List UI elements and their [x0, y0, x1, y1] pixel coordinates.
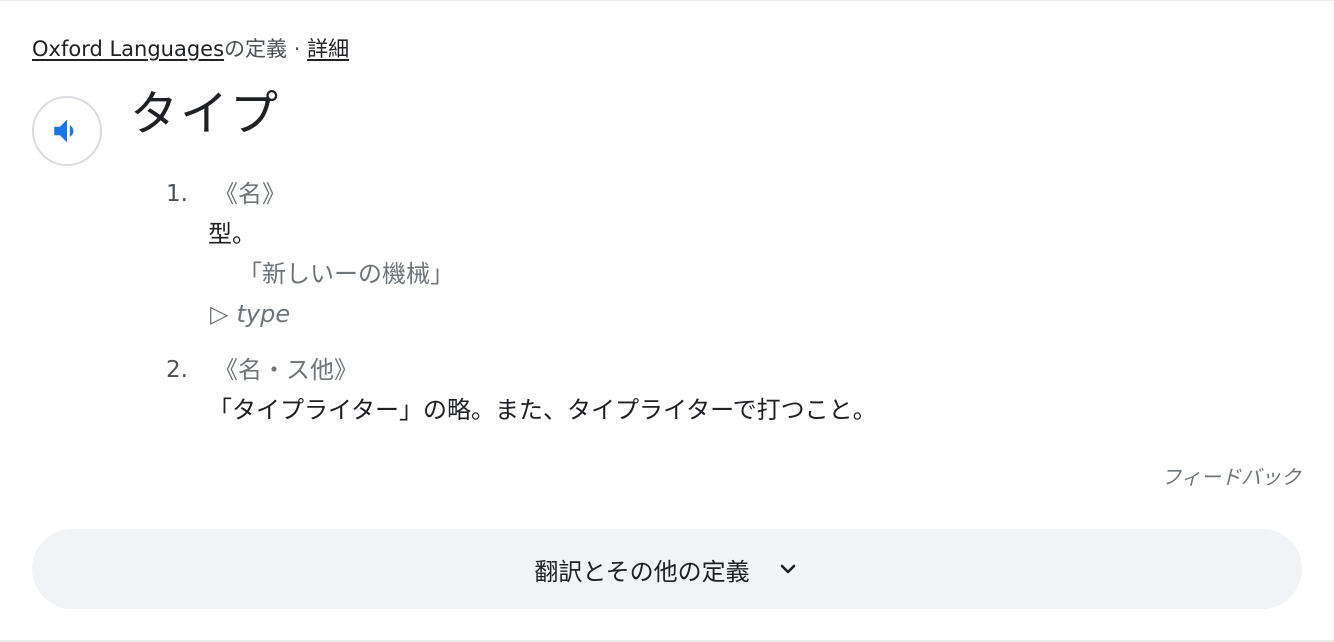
definition: 「タイプライター」の略。また、タイプライターで打つこと。	[208, 396, 877, 424]
translation: ▷ type	[210, 299, 290, 329]
chevron-down-icon	[776, 557, 800, 581]
translation-marker-icon: ▷	[210, 300, 229, 328]
translation-word: type	[236, 300, 291, 328]
feedback-link[interactable]: フィードバック	[1161, 462, 1301, 492]
card-top-border	[0, 0, 1334, 1]
example-sentence: 「新しいーの機械」	[238, 260, 454, 288]
sense-number: 1.	[166, 181, 188, 207]
sense-number: 2.	[166, 357, 188, 383]
definition: 型。	[208, 220, 256, 248]
speaker-icon	[54, 119, 74, 143]
part-of-speech: 《名》	[214, 180, 286, 208]
details-link[interactable]: 詳細	[307, 37, 349, 61]
headword: タイプ	[130, 86, 281, 142]
part-of-speech: 《名・ス他》	[214, 356, 358, 384]
source-suffix: の定義	[224, 37, 288, 61]
source-attribution: Oxford Languagesの定義 · 詳細	[32, 34, 349, 64]
source-separator: ·	[287, 37, 308, 61]
more-definitions-button[interactable]: 翻訳とその他の定義	[32, 529, 1302, 609]
pronunciation-audio-button[interactable]	[32, 96, 102, 166]
more-definitions-label: 翻訳とその他の定義	[534, 557, 750, 586]
oxford-languages-link[interactable]: Oxford Languages	[32, 37, 224, 61]
